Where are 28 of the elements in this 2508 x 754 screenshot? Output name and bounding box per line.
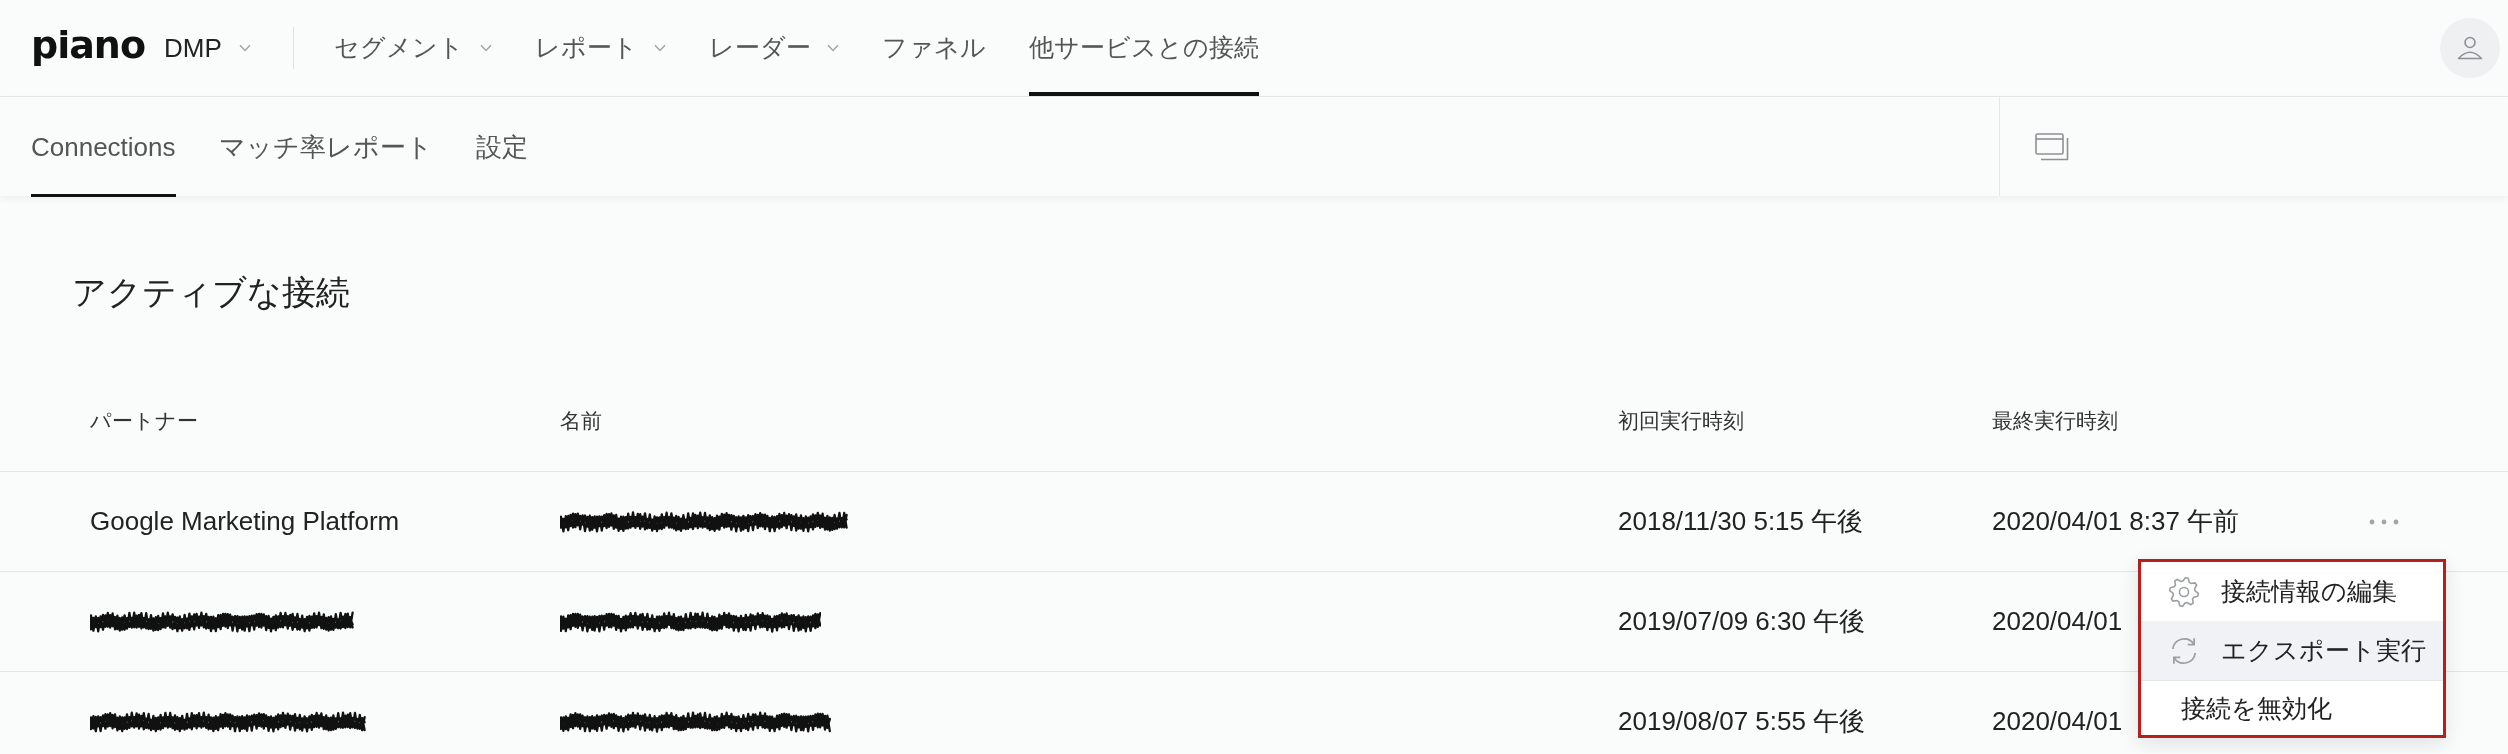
windows-icon[interactable] <box>2035 132 2069 161</box>
column-header: パートナー <box>90 408 198 434</box>
sub-tab[interactable]: マッチ率レポート <box>218 97 433 197</box>
table-cell-text: 2020/04/01 8:37 午前 <box>1992 505 2240 538</box>
gear-icon <box>2168 575 2200 608</box>
menu-item[interactable]: エクスポート実行 <box>2141 621 2443 680</box>
nav-tab[interactable]: レーダー <box>708 0 839 96</box>
product-switcher[interactable]: DMP <box>164 32 251 64</box>
table-cell-text: 2019/07/09 6:30 午後 <box>1618 605 1866 638</box>
more-icon[interactable] <box>2369 518 2399 525</box>
column-header: 初回実行時刻 <box>1618 408 1744 434</box>
nav-tab[interactable]: セグメント <box>333 0 492 96</box>
logo: piano <box>31 26 146 69</box>
nav-tab[interactable]: レポート <box>534 0 666 96</box>
table-cell: 2020/04/01 <box>1992 606 2123 637</box>
sub-tab[interactable]: Connections <box>31 97 176 197</box>
table-cell-text: 2019/08/07 5:55 午後 <box>1618 705 1866 738</box>
person-icon <box>2457 36 2483 60</box>
column-header: 最終実行時刻 <box>1992 408 2118 434</box>
nav-tab[interactable]: ファネル <box>881 0 986 96</box>
sub-tab[interactable]: 設定 <box>475 97 528 197</box>
section-title: アクティブな接続 <box>72 272 350 312</box>
table-cell-text: 2018/11/30 5:15 午後 <box>1618 505 1864 538</box>
table-cell: 2020/04/01 <box>1992 706 2123 737</box>
table-cell: Google Marketing Platform <box>90 506 400 537</box>
menu-item[interactable]: 接続情報の編集 <box>2141 562 2443 621</box>
menu-item[interactable]: 接続を無効化 <box>2141 680 2443 735</box>
column-header: 名前 <box>560 408 602 434</box>
